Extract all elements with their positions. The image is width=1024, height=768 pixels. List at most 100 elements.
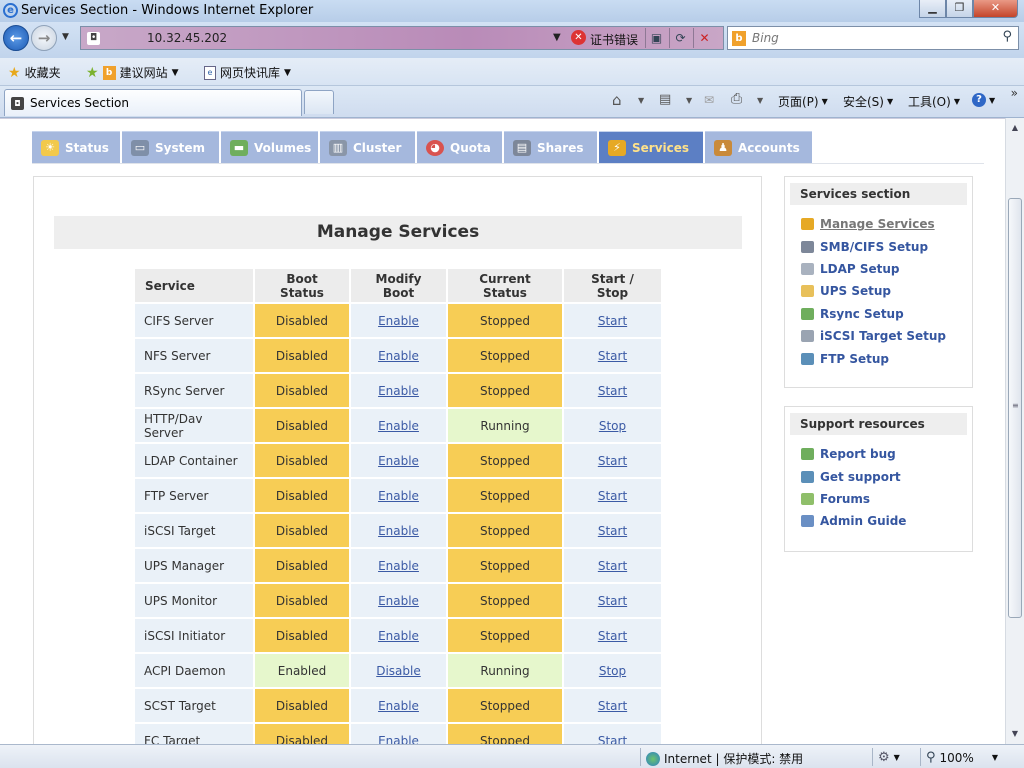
scrollbar-thumb[interactable]: ≡	[1008, 198, 1022, 618]
help-menu[interactable]: ? ▼	[972, 93, 995, 107]
sidebar-item-ftp-setup[interactable]: FTP Setup	[801, 347, 972, 369]
start-stop-link[interactable]: Start	[598, 384, 627, 398]
address-host: 10.32.45.202	[147, 31, 228, 45]
start-stop-link[interactable]: Start	[598, 699, 627, 713]
home-icon[interactable]: ⌂	[612, 91, 622, 109]
sidebar-item-iscsi-target-setup[interactable]: iSCSI Target Setup	[801, 325, 972, 347]
chevron-down-icon[interactable]: ▼	[686, 96, 692, 105]
modify-boot-link[interactable]: Enable	[378, 734, 419, 745]
browser-tab[interactable]: ◘ Services Section	[4, 89, 302, 116]
protected-mode-button[interactable]: ⚙ ▼	[878, 750, 900, 765]
start-stop-link[interactable]: Stop	[599, 419, 626, 433]
modify-boot-link[interactable]: Enable	[378, 314, 419, 328]
start-stop-link[interactable]: Start	[598, 594, 627, 608]
print-icon[interactable]: ⎙	[731, 91, 742, 107]
modify-boot-link[interactable]: Enable	[378, 419, 419, 433]
forward-button[interactable]: →	[31, 25, 57, 51]
search-input[interactable]: b Bing ⚲	[727, 26, 1019, 50]
tools-menu[interactable]: 工具(O) ▼	[908, 93, 960, 110]
modify-boot-link[interactable]: Enable	[378, 349, 419, 363]
sidebar-item-ldap-setup[interactable]: LDAP Setup	[801, 258, 972, 280]
sidebar-item-manage-services[interactable]: Manage Services	[801, 213, 972, 235]
zoom-control[interactable]: ⚲ 100% ▼	[926, 750, 998, 765]
rss-feed-icon[interactable]: ▤	[659, 92, 671, 107]
start-stop-cell: Start	[564, 444, 661, 477]
scroll-down-icon[interactable]: ▼	[1007, 726, 1023, 742]
close-window-button[interactable]: ✕	[973, 0, 1018, 18]
modify-boot-cell: Enable	[351, 689, 446, 722]
read-mail-icon[interactable]: ✉	[704, 93, 714, 107]
network-drive-icon: ▤	[513, 139, 531, 156]
maximize-button[interactable]: ❐	[946, 0, 973, 18]
modify-boot-link[interactable]: Enable	[378, 524, 419, 538]
modify-boot-link[interactable]: Enable	[378, 629, 419, 643]
start-stop-link[interactable]: Start	[598, 734, 627, 745]
current-status-cell: Stopped	[448, 584, 562, 617]
start-stop-link[interactable]: Start	[598, 629, 627, 643]
modify-boot-link[interactable]: Enable	[378, 489, 419, 503]
start-stop-link[interactable]: Start	[598, 349, 627, 363]
current-status-cell: Stopped	[448, 689, 562, 722]
start-stop-cell: Start	[564, 584, 661, 617]
address-dropdown-icon[interactable]: ▼	[553, 32, 561, 43]
modify-boot-link[interactable]: Enable	[378, 699, 419, 713]
favorites-button[interactable]: ★ 收藏夹	[8, 64, 61, 81]
back-button[interactable]: ←	[3, 25, 29, 51]
search-icon[interactable]: ⚲	[1002, 29, 1012, 44]
start-stop-link[interactable]: Start	[598, 559, 627, 573]
stop-icon[interactable]: ✕	[693, 28, 715, 48]
new-tab-button[interactable]	[304, 90, 334, 114]
more-commands-icon[interactable]: »	[1011, 86, 1018, 100]
chevron-down-icon[interactable]: ▼	[638, 96, 644, 105]
security-zone[interactable]: Internet | 保护模式: 禁用	[646, 750, 803, 767]
modify-boot-link[interactable]: Enable	[378, 384, 419, 398]
sidebar-item-rsync-setup[interactable]: Rsync Setup	[801, 303, 972, 325]
sidebar-item-get-support[interactable]: Get support	[801, 465, 972, 487]
start-stop-link[interactable]: Start	[598, 314, 627, 328]
services-section-title: Services section	[790, 183, 967, 205]
modify-boot-link[interactable]: Disable	[376, 664, 421, 678]
minimize-button[interactable]: ▁	[919, 0, 946, 18]
chevron-down-icon[interactable]: ▼	[757, 96, 763, 105]
sidebar-item-forums[interactable]: Forums	[801, 488, 972, 510]
add-favorite-icon: ★	[86, 64, 99, 81]
compatibility-view-icon[interactable]: ▣	[645, 28, 667, 48]
iscsi-icon	[801, 330, 814, 343]
cert-error-label[interactable]: 证书错误	[590, 31, 638, 48]
nav-tab-accounts[interactable]: ♟ Accounts	[705, 131, 812, 163]
ldap-icon	[801, 262, 814, 275]
table-row: FTP Server Disabled Enable Stopped Start	[135, 479, 661, 512]
suggested-sites-button[interactable]: ★ b 建议网站 ▼	[86, 64, 179, 81]
scroll-up-icon[interactable]: ▲	[1007, 120, 1023, 136]
nav-tab-shares[interactable]: ▤ Shares	[504, 131, 597, 163]
nav-tab-quota[interactable]: ◕ Quota	[417, 131, 502, 163]
start-stop-link[interactable]: Start	[598, 489, 627, 503]
web-slice-gallery-button[interactable]: e 网页快讯库 ▼	[204, 64, 291, 81]
start-stop-link[interactable]: Start	[598, 454, 627, 468]
nav-tab-services[interactable]: ⚡ Services	[599, 131, 703, 163]
boot-status-cell: Disabled	[255, 304, 349, 337]
nav-tab-system[interactable]: ▭ System	[122, 131, 219, 163]
safety-menu[interactable]: 安全(S) ▼	[843, 93, 893, 110]
sidebar-item-report-bug[interactable]: Report bug	[801, 443, 972, 465]
sidebar-item-smb-cifs-setup[interactable]: SMB/CIFS Setup	[801, 235, 972, 257]
nav-tab-status[interactable]: ☀ Status	[32, 131, 120, 163]
vertical-scrollbar[interactable]: ▲ ≡ ▼	[1005, 118, 1024, 744]
address-input[interactable]: ◘ 10.32.45.202 ▼ ✕ 证书错误 ▣ ⟳ ✕	[80, 26, 724, 50]
zoom-icon: ⚲	[926, 750, 936, 765]
nav-tab-cluster[interactable]: ▥ Cluster	[320, 131, 415, 163]
recent-pages-dropdown-icon[interactable]: ▼	[62, 32, 69, 42]
sidebar-item-ups-setup[interactable]: UPS Setup	[801, 280, 972, 302]
sidebar-item-label: FTP Setup	[820, 351, 890, 366]
start-stop-link[interactable]: Start	[598, 524, 627, 538]
nav-tab-volumes[interactable]: ▬ Volumes	[221, 131, 318, 163]
modify-boot-link[interactable]: Enable	[378, 559, 419, 573]
support-resources-title: Support resources	[790, 413, 967, 435]
modify-boot-link[interactable]: Enable	[378, 454, 419, 468]
page-menu[interactable]: 页面(P) ▼	[778, 93, 828, 110]
refresh-icon[interactable]: ⟳	[669, 28, 691, 48]
sidebar-item-admin-guide[interactable]: Admin Guide	[801, 510, 972, 532]
nav-label: Volumes	[254, 140, 312, 155]
start-stop-link[interactable]: Stop	[599, 664, 626, 678]
modify-boot-link[interactable]: Enable	[378, 594, 419, 608]
